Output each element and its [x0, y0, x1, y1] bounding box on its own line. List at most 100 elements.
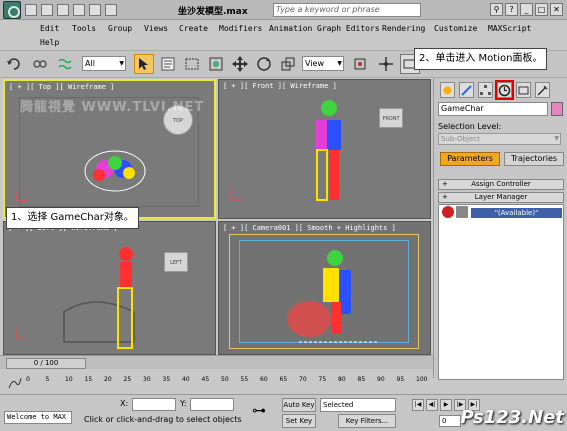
reference-coordinate-dropdown[interactable]: View — [302, 56, 344, 71]
maximize-button[interactable]: □ — [535, 3, 548, 16]
select-by-name-icon[interactable] — [158, 54, 178, 74]
callout-step-2: 2、单击进入 Motion面板。 — [414, 48, 548, 70]
subobject-dropdown[interactable]: Sub-Object — [438, 133, 561, 145]
select-manipulate-icon[interactable] — [376, 54, 396, 74]
object-color-swatch[interactable] — [551, 102, 563, 116]
key-mode-dropdown[interactable]: Selected — [320, 398, 396, 412]
axis-tripod-icon — [15, 328, 26, 339]
layer-list[interactable] — [438, 204, 564, 380]
x-coordinate-field[interactable] — [132, 398, 176, 411]
assign-controller-rollout[interactable]: Assign Controller — [438, 179, 564, 190]
maxscript-listener[interactable]: Welcome to MAX — [4, 411, 72, 424]
utilities-tab-icon[interactable] — [535, 82, 550, 98]
menu-views[interactable]: Views — [144, 24, 168, 33]
help-icon[interactable]: ? — [505, 3, 518, 16]
ruler-tick-label: 10 — [65, 376, 73, 383]
character-top-view — [84, 150, 146, 192]
layer-settings-icon[interactable] — [456, 206, 468, 218]
prev-frame-icon[interactable]: ◀| — [426, 399, 438, 411]
status-prompt: Click or click-and-drag to select object… — [84, 415, 242, 424]
menu-graph-editors[interactable]: Graph Editors — [317, 24, 380, 33]
menu-rendering[interactable]: Rendering — [382, 24, 425, 33]
menu-help[interactable]: Help — [40, 38, 59, 47]
scale-icon[interactable] — [278, 54, 298, 74]
ruler-tick-label: 100 — [416, 376, 428, 383]
time-slider[interactable]: 0 / 100 — [6, 358, 86, 369]
menu-bar: Edit Tools Group Views Create Modifiers … — [36, 21, 556, 49]
viewport-camera[interactable]: [ + ][ Camera001 ][ Smooth + Highlights … — [218, 221, 431, 355]
character-camera-view — [287, 250, 379, 343]
undo-icon[interactable] — [73, 3, 85, 16]
app-logo-icon[interactable] — [3, 0, 21, 19]
hierarchy-tab-icon[interactable] — [478, 82, 493, 98]
window-crossing-icon[interactable] — [206, 54, 226, 74]
redo-icon[interactable] — [89, 3, 101, 16]
create-tab-icon[interactable] — [440, 82, 455, 98]
viewport-top-label[interactable]: [ + ][ Top ][ Wireframe ] — [9, 83, 114, 91]
menu-maxscript[interactable]: MAXScript — [488, 24, 531, 33]
region-select-icon[interactable] — [182, 54, 202, 74]
viewport-left[interactable]: [ + ][ Left ][ Wireframe ] LEFT — [3, 221, 216, 355]
axis-tripod-icon — [16, 191, 27, 202]
viewcube[interactable]: FRONT — [379, 108, 403, 128]
ruler-tick-label: 95 — [396, 376, 405, 383]
set-key-button[interactable]: Set Key — [282, 414, 316, 428]
search-input[interactable]: Type a keyword or phrase — [273, 3, 421, 17]
search-icon[interactable]: ⚲ — [490, 3, 503, 16]
ruler-tick-label: 20 — [104, 376, 112, 383]
object-name-field[interactable]: GameChar — [438, 102, 548, 116]
ruler-tick-label: 55 — [240, 376, 249, 383]
close-button[interactable]: ✕ — [550, 3, 563, 16]
viewport-front[interactable]: [ + ][ Front ][ Wireframe ] FRONT — [218, 79, 431, 219]
viewcube[interactable]: LEFT — [164, 252, 188, 272]
parameters-button[interactable]: Parameters — [440, 152, 500, 166]
key-icon[interactable]: ⊶ — [252, 403, 266, 419]
rotate-icon[interactable] — [254, 54, 274, 74]
menu-edit[interactable]: Edit — [40, 24, 59, 33]
y-coordinate-field[interactable] — [190, 398, 234, 411]
layer-item-available[interactable]: "(Available)" — [471, 208, 562, 218]
menu-group[interactable]: Group — [108, 24, 132, 33]
play-icon[interactable]: ▶ — [440, 399, 452, 411]
frame-ruler: 0 5 10 15 20 25 30 35 40 45 50 55 60 65 70 75 80 85 90 95 10… — [26, 376, 428, 390]
record-layer-icon[interactable] — [442, 206, 454, 218]
character-front-view — [315, 100, 341, 201]
save-file-icon[interactable] — [57, 3, 69, 16]
modify-tab-icon[interactable] — [459, 82, 474, 98]
motion-tab-icon[interactable] — [495, 80, 514, 100]
goto-start-icon[interactable]: |◀ — [412, 399, 424, 411]
project-folder-icon[interactable] — [105, 3, 117, 16]
display-tab-icon[interactable] — [516, 82, 531, 98]
minimize-button[interactable]: _ — [520, 3, 533, 16]
pivot-center-icon[interactable] — [350, 54, 370, 74]
curve-editor-icon[interactable] — [8, 376, 22, 390]
open-file-icon[interactable] — [41, 3, 53, 16]
layer-manager-rollout[interactable]: Layer Manager — [438, 192, 564, 203]
menu-create[interactable]: Create — [179, 24, 208, 33]
menu-tools[interactable]: Tools — [72, 24, 96, 33]
menu-modifiers[interactable]: Modifiers — [219, 24, 262, 33]
ruler-tick-label: 70 — [299, 376, 307, 383]
menu-animation[interactable]: Animation — [269, 24, 312, 33]
ruler-tick-label: 35 — [162, 376, 171, 383]
ruler-tick-label: 60 — [260, 376, 268, 383]
new-file-icon[interactable] — [25, 3, 37, 16]
move-icon[interactable] — [230, 54, 250, 74]
ruler-tick-label: 40 — [182, 376, 190, 383]
menu-customize[interactable]: Customize — [434, 24, 477, 33]
undo-icon[interactable] — [4, 54, 24, 74]
command-panel: GameChar Selection Level: Sub-Object Par… — [433, 78, 567, 380]
viewport-camera-label[interactable]: [ + ][ Camera001 ][ Smooth + Highlights … — [223, 224, 396, 232]
auto-key-button[interactable]: Auto Key — [282, 398, 316, 412]
link-icon[interactable] — [30, 54, 50, 74]
current-frame-field[interactable]: 0 — [439, 415, 461, 427]
select-object-icon[interactable] — [134, 54, 154, 74]
selection-filter-dropdown[interactable]: All — [82, 56, 126, 71]
ruler-tick-label: 75 — [318, 376, 327, 383]
key-filters-button[interactable]: Key Filters... — [338, 414, 396, 428]
track-bar[interactable]: 0 5 10 15 20 25 30 35 40 45 50 55 60 65 70 75 80 85 90 95 10… — [0, 372, 433, 394]
viewport-front-label[interactable]: [ + ][ Front ][ Wireframe ] — [223, 82, 337, 90]
time-slider-track[interactable]: 0 / 100 — [0, 355, 433, 369]
trajectories-button[interactable]: Trajectories — [504, 152, 564, 166]
bind-space-warp-icon[interactable] — [56, 54, 76, 74]
